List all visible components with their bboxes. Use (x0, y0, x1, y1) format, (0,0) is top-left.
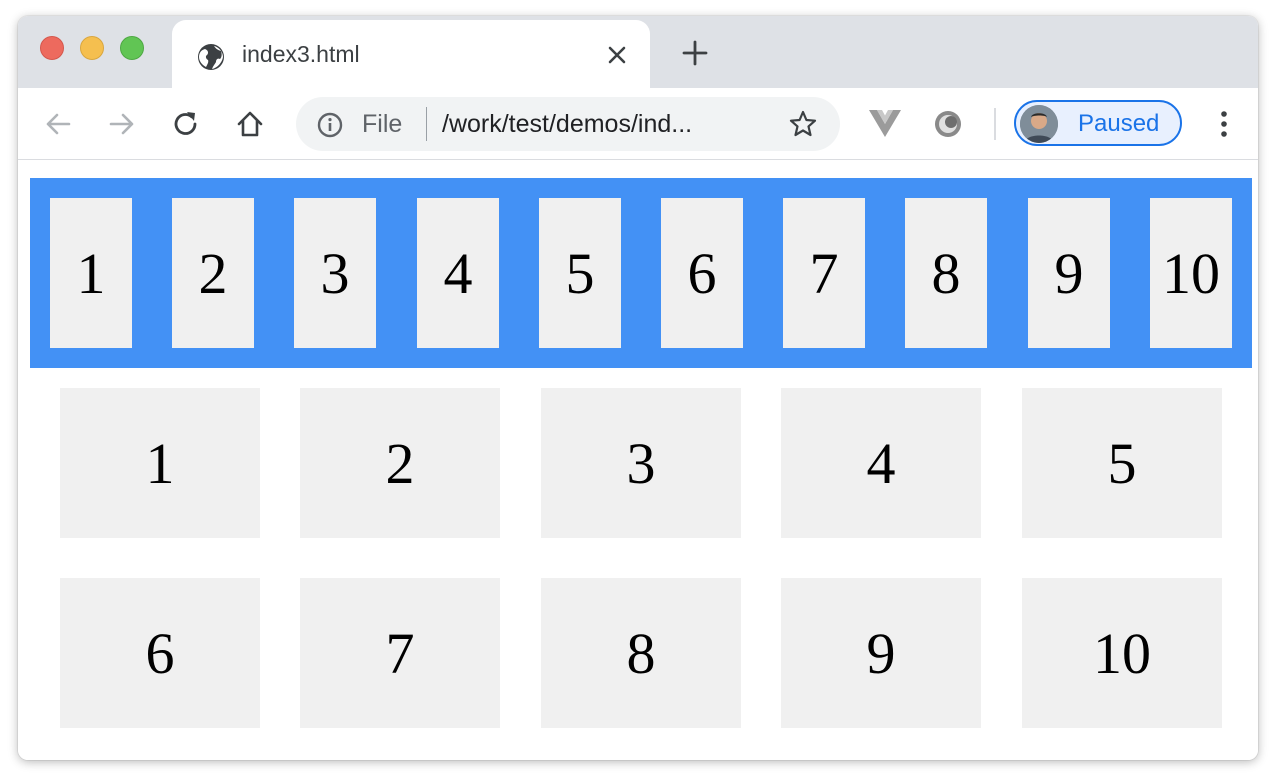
grid-item: 8 (541, 578, 741, 728)
window-close-button[interactable] (40, 36, 64, 60)
flex-container: 1 2 3 4 5 6 7 8 9 10 (30, 178, 1252, 368)
flex-item: 1 (50, 198, 132, 348)
info-icon[interactable] (316, 111, 344, 139)
flex-item: 7 (783, 198, 865, 348)
arrow-right-icon[interactable] (106, 108, 138, 140)
flex-item: 6 (661, 198, 743, 348)
tab-title: index3.html (242, 41, 360, 67)
flex-item: 9 (1028, 198, 1110, 348)
extension-circle-icon[interactable] (932, 108, 964, 140)
grid-item: 4 (781, 388, 981, 538)
page-viewport: 1 2 3 4 5 6 7 8 9 10 1 2 3 4 5 6 7 8 9 1… (18, 160, 1258, 760)
window-minimize-button[interactable] (80, 36, 104, 60)
omnibox-divider (426, 107, 427, 141)
plus-icon[interactable] (682, 40, 708, 66)
browser-window: index3.html File /work/test/demos/ind...… (18, 16, 1258, 760)
arrow-left-icon[interactable] (42, 108, 74, 140)
grid-item: 1 (60, 388, 260, 538)
grid-item: 2 (300, 388, 500, 538)
flex-item: 3 (294, 198, 376, 348)
profile-button[interactable]: Paused (1014, 100, 1182, 146)
flex-item: 2 (172, 198, 254, 348)
profile-status-label: Paused (1078, 110, 1160, 137)
url-text[interactable]: /work/test/demos/ind... (442, 110, 692, 139)
flex-item: 5 (539, 198, 621, 348)
browser-toolbar: File /work/test/demos/ind... Paused (18, 88, 1258, 160)
grid-item: 6 (60, 578, 260, 728)
window-maximize-button[interactable] (120, 36, 144, 60)
url-scheme-label: File (362, 110, 403, 138)
home-icon[interactable] (234, 108, 266, 140)
close-icon[interactable] (606, 44, 628, 66)
grid-item: 7 (300, 578, 500, 728)
flex-item: 4 (417, 198, 499, 348)
grid-item: 3 (541, 388, 741, 538)
grid-item: 10 (1022, 578, 1222, 728)
flex-item: 10 (1150, 198, 1232, 348)
tab-index3[interactable]: index3.html (172, 20, 650, 88)
grid-item: 9 (781, 578, 981, 728)
flex-item: 8 (905, 198, 987, 348)
toolbar-divider (994, 108, 996, 140)
avatar (1020, 105, 1058, 143)
address-bar[interactable]: File /work/test/demos/ind... (296, 97, 840, 151)
star-icon[interactable] (788, 109, 818, 139)
vue-devtools-icon[interactable] (868, 108, 902, 138)
reload-icon[interactable] (170, 108, 202, 140)
grid-item: 5 (1022, 388, 1222, 538)
globe-icon (198, 44, 224, 70)
tab-strip: index3.html (18, 16, 1258, 88)
kebab-menu-icon[interactable] (1214, 108, 1234, 140)
